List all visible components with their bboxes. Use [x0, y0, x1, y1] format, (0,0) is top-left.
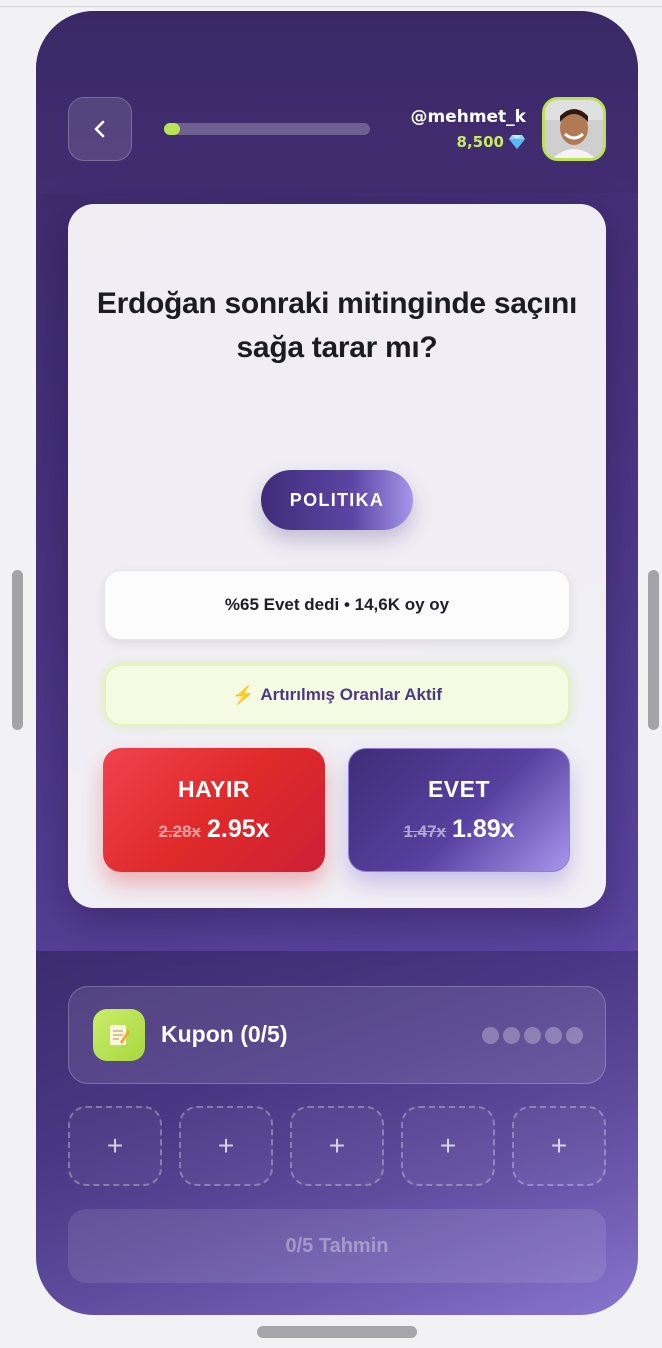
coupon-label: Kupon (0/5)	[161, 1021, 288, 1047]
coupon-dot	[566, 1027, 583, 1044]
bet-yes-odds: 1.47x 1.89x	[403, 815, 514, 844]
question-card: Erdoğan sonraki mitinginde saçını sağa t…	[68, 204, 606, 908]
category-badge[interactable]: POLITIKA	[261, 470, 413, 530]
bet-yes-label: EVET	[427, 776, 491, 802]
lightning-icon: ⚡	[231, 684, 255, 705]
coupon-slot-5[interactable]: +	[512, 1106, 606, 1186]
back-button[interactable]	[68, 97, 132, 161]
bet-yes-old-odds: 1.47x	[403, 822, 446, 841]
coupon-dot	[545, 1027, 562, 1044]
balance-value: 8,500	[456, 133, 504, 151]
avatar-image	[545, 100, 603, 158]
vote-stats: %65 Evet dedi • 14,6K oy oy	[104, 570, 570, 640]
question-text: Erdoğan sonraki mitinginde saçını sağa t…	[96, 287, 578, 364]
coupon-slot-1[interactable]: +	[68, 1106, 162, 1186]
home-indicator[interactable]	[257, 1326, 417, 1338]
bet-yes-button[interactable]: EVET 1.47x 1.89x	[348, 748, 570, 872]
avatar[interactable]	[542, 97, 606, 161]
coupon-dot	[503, 1027, 520, 1044]
phone-screen: @mehmet_k 8,500 Erdoğan sonraki mitingin…	[36, 11, 638, 1315]
boost-banner: ⚡ Artırılmış Oranlar Aktif	[104, 664, 570, 726]
bet-yes-new-odds: 1.89x	[451, 815, 515, 843]
coupon-slot-3[interactable]: +	[290, 1106, 384, 1186]
boost-text: Artırılmış Oranlar Aktif	[260, 685, 443, 704]
coupon-slot-2[interactable]: +	[179, 1106, 273, 1186]
progress-bar	[164, 123, 370, 135]
side-button-right	[648, 570, 659, 730]
balance: 8,500	[457, 133, 526, 151]
coupon-dot	[524, 1027, 541, 1044]
coupon-bar[interactable]: Kupon (0/5)	[68, 986, 606, 1084]
coupon-slot-4[interactable]: +	[401, 1106, 495, 1186]
coupon-dots	[482, 1027, 583, 1044]
submit-predictions-button[interactable]: 0/5 Tahmin	[68, 1209, 606, 1283]
progress-fill	[164, 123, 181, 135]
top-divider	[0, 6, 662, 7]
bet-no-new-odds: 2.95x	[206, 815, 270, 843]
diamond-icon	[509, 135, 525, 149]
side-button-left	[12, 570, 23, 730]
coupon-dot	[482, 1027, 499, 1044]
notepad-icon	[93, 1009, 145, 1061]
bet-no-old-odds: 2.28x	[158, 822, 201, 841]
username: @mehmet_k	[410, 107, 526, 127]
chevron-left-icon	[94, 120, 105, 138]
bet-no-label: HAYIR	[178, 776, 250, 802]
header: @mehmet_k 8,500	[36, 11, 638, 193]
bet-no-button[interactable]: HAYIR 2.28x 2.95x	[103, 748, 325, 872]
bet-no-odds: 2.28x 2.95x	[158, 815, 269, 844]
